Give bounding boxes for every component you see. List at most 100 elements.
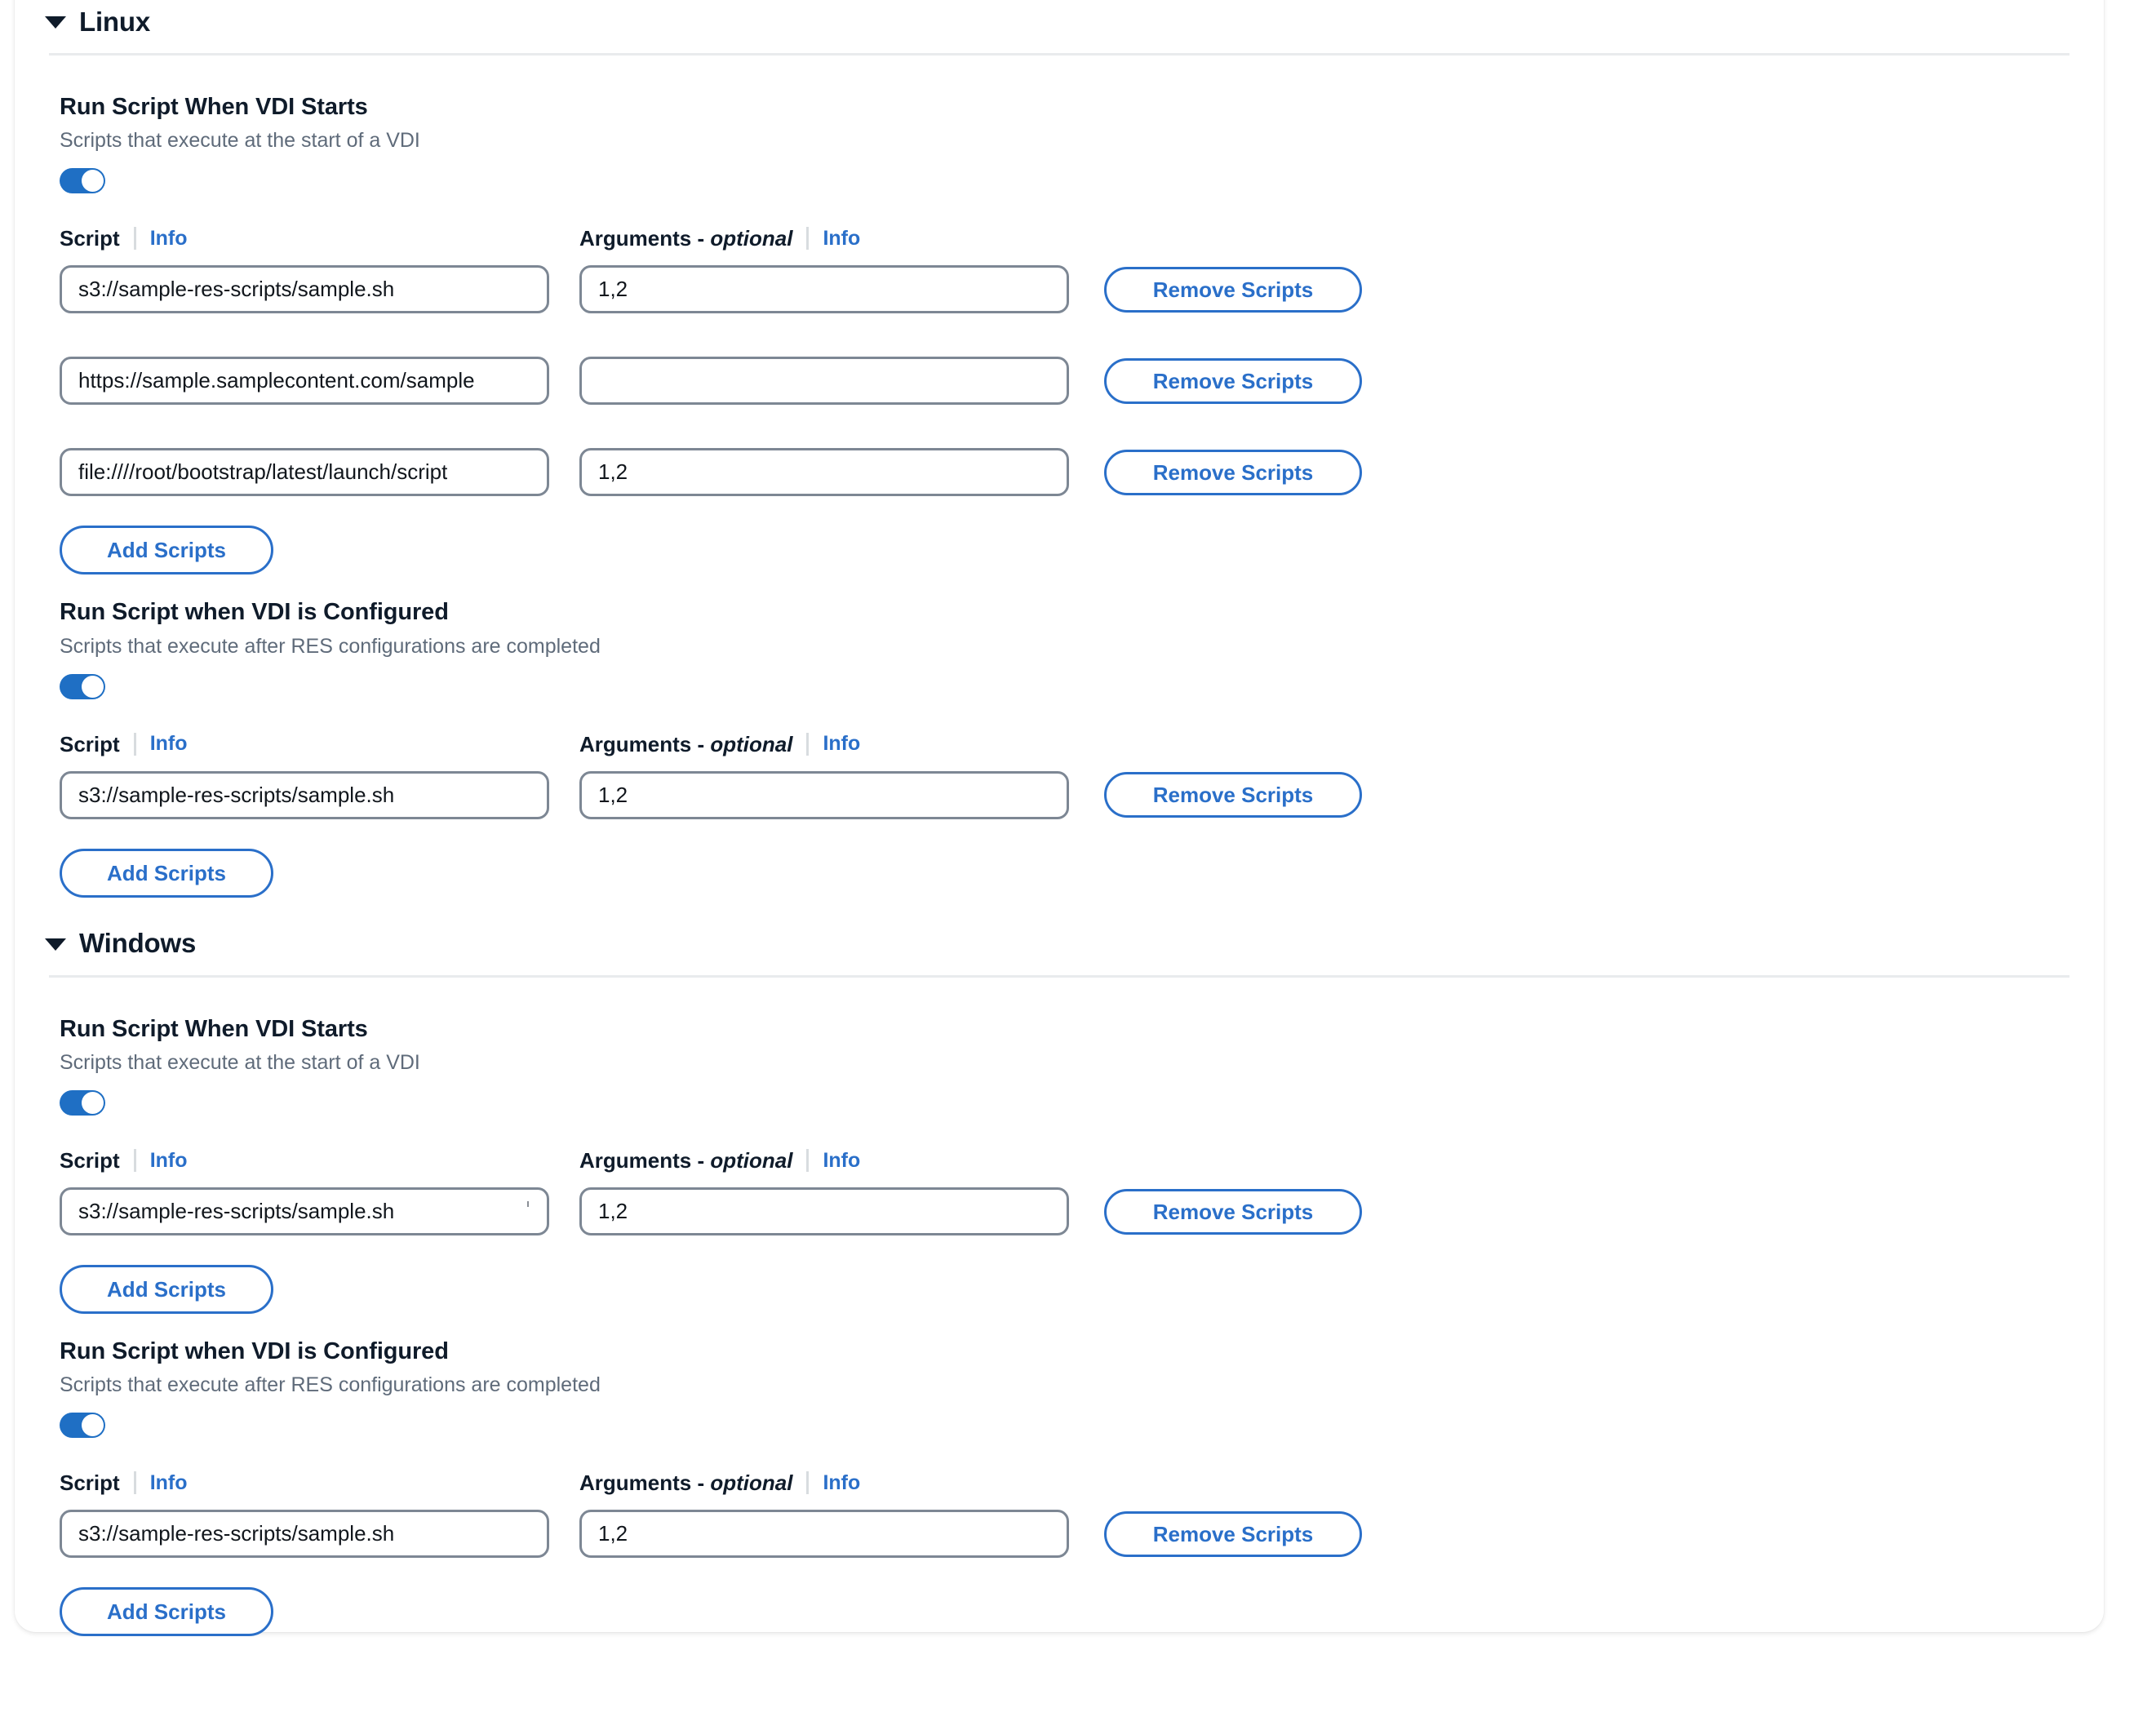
- script-row: s3://sample-res-scripts/sample.sh 1,2 Re…: [60, 771, 2104, 819]
- arguments-input[interactable]: 1,2: [579, 1510, 1069, 1558]
- remove-scripts-button[interactable]: Remove Scripts: [1104, 772, 1362, 818]
- add-scripts-button[interactable]: Add Scripts: [60, 526, 273, 574]
- add-scripts-button[interactable]: Add Scripts: [60, 1265, 273, 1314]
- script-row: s3://sample-res-scripts/sample.sh 1,2 Re…: [60, 1187, 2104, 1235]
- label-separator: [806, 733, 809, 756]
- arguments-label: Arguments - optional: [579, 734, 792, 755]
- card-content: Linux Run Script When VDI Starts Scripts…: [15, 0, 2104, 1636]
- toggle-knob: [82, 1092, 104, 1114]
- remove-scripts-button[interactable]: Remove Scripts: [1104, 358, 1362, 404]
- toggle-knob: [82, 1414, 104, 1436]
- arguments-info-link[interactable]: Info: [823, 734, 860, 754]
- label-separator: [806, 227, 809, 250]
- script-input-value: s3://sample-res-scripts/sample.sh: [78, 277, 394, 302]
- os-group-windows: Windows Run Script When VDI Starts Scrip…: [15, 898, 2104, 1637]
- label-separator: [134, 733, 136, 756]
- arguments-input-value: 1,2: [598, 1199, 628, 1224]
- script-info-link[interactable]: Info: [150, 1473, 188, 1493]
- os-group-header-linux[interactable]: Linux: [15, 0, 2104, 42]
- section-windows-vdi-configured: Run Script when VDI is Configured Script…: [15, 1338, 2104, 1636]
- script-input-value: file:////root/bootstrap/latest/launch/sc…: [78, 459, 447, 485]
- label-separator: [134, 1471, 136, 1494]
- script-row: https://sample.samplecontent.com/sample …: [60, 357, 2104, 405]
- script-input-value: s3://sample-res-scripts/sample.sh: [78, 783, 394, 808]
- script-row: file:////root/bootstrap/latest/launch/sc…: [60, 448, 2104, 496]
- label-separator: [806, 1471, 809, 1494]
- section-title: Run Script when VDI is Configured: [60, 599, 2104, 626]
- os-group-divider: [49, 53, 2069, 55]
- caret-down-icon[interactable]: [45, 16, 66, 29]
- os-group-header-windows[interactable]: Windows: [15, 922, 2104, 965]
- arguments-input-value: 1,2: [598, 1521, 628, 1546]
- arguments-info-link[interactable]: Info: [823, 1151, 860, 1171]
- add-scripts-button[interactable]: Add Scripts: [60, 1587, 273, 1636]
- arguments-info-link[interactable]: Info: [823, 228, 860, 249]
- add-scripts-button[interactable]: Add Scripts: [60, 849, 273, 898]
- arguments-label: Arguments - optional: [579, 1150, 792, 1171]
- enable-toggle[interactable]: [60, 674, 105, 699]
- script-label-group: Script Info: [60, 733, 579, 756]
- toggle-knob: [82, 170, 104, 192]
- script-input-value: s3://sample-res-scripts/sample.sh: [78, 1199, 394, 1224]
- script-input[interactable]: s3://sample-res-scripts/sample.sh: [60, 1510, 549, 1558]
- arguments-label: Arguments - optional: [579, 228, 792, 249]
- arguments-input[interactable]: 1,2: [579, 1187, 1069, 1235]
- script-label: Script: [60, 228, 120, 249]
- remove-scripts-button[interactable]: Remove Scripts: [1104, 450, 1362, 495]
- script-info-link[interactable]: Info: [150, 1151, 188, 1171]
- remove-scripts-button[interactable]: Remove Scripts: [1104, 267, 1362, 313]
- script-label: Script: [60, 1472, 120, 1493]
- arguments-label-group: Arguments - optional Info: [579, 1471, 860, 1494]
- script-input[interactable]: file:////root/bootstrap/latest/launch/sc…: [60, 448, 549, 496]
- caret-down-icon[interactable]: [45, 938, 66, 951]
- section-description: Scripts that execute after RES configura…: [60, 1373, 2104, 1397]
- arguments-label-group: Arguments - optional Info: [579, 1149, 860, 1172]
- section-description: Scripts that execute at the start of a V…: [60, 1050, 2104, 1075]
- script-input-value: https://sample.samplecontent.com/sample: [78, 368, 475, 393]
- script-info-link[interactable]: Info: [150, 734, 188, 754]
- arguments-label-prefix: Arguments -: [579, 1470, 710, 1495]
- script-label: Script: [60, 1150, 120, 1171]
- remove-scripts-button[interactable]: Remove Scripts: [1104, 1511, 1362, 1557]
- field-labels-row: Script Info Arguments - optional Info: [60, 1465, 2104, 1494]
- script-info-link[interactable]: Info: [150, 228, 188, 249]
- arguments-label-prefix: Arguments -: [579, 226, 710, 251]
- script-input[interactable]: s3://sample-res-scripts/sample.sh: [60, 1187, 549, 1235]
- os-group-title: Linux: [79, 8, 150, 35]
- script-input-value: s3://sample-res-scripts/sample.sh: [78, 1521, 394, 1546]
- script-label: Script: [60, 734, 120, 755]
- script-row: s3://sample-res-scripts/sample.sh 1,2 Re…: [60, 265, 2104, 313]
- section-description: Scripts that execute after RES configura…: [60, 634, 2104, 659]
- script-label-group: Script Info: [60, 227, 579, 250]
- script-label-group: Script Info: [60, 1149, 579, 1172]
- arguments-input[interactable]: [579, 357, 1069, 405]
- os-group-linux: Linux Run Script When VDI Starts Scripts…: [15, 0, 2104, 898]
- section-linux-vdi-configured: Run Script when VDI is Configured Script…: [15, 599, 2104, 897]
- section-title: Run Script when VDI is Configured: [60, 1338, 2104, 1365]
- arguments-label-prefix: Arguments -: [579, 1148, 710, 1173]
- remove-scripts-button[interactable]: Remove Scripts: [1104, 1189, 1362, 1235]
- label-separator: [134, 1149, 136, 1172]
- script-input[interactable]: s3://sample-res-scripts/sample.sh: [60, 265, 549, 313]
- page-root: Linux Run Script When VDI Starts Scripts…: [0, 0, 2156, 1730]
- section-windows-vdi-starts: Run Script When VDI Starts Scripts that …: [15, 1016, 2104, 1314]
- arguments-input[interactable]: 1,2: [579, 771, 1069, 819]
- enable-toggle[interactable]: [60, 1090, 105, 1116]
- os-group-divider: [49, 975, 2069, 978]
- arguments-input-value: 1,2: [598, 459, 628, 485]
- arguments-label-optional: optional: [710, 226, 792, 251]
- enable-toggle[interactable]: [60, 1413, 105, 1438]
- field-labels-row: Script Info Arguments - optional Info: [60, 726, 2104, 756]
- text-cursor-icon: [527, 1201, 529, 1207]
- label-separator: [134, 227, 136, 250]
- script-label-group: Script Info: [60, 1471, 579, 1494]
- enable-toggle[interactable]: [60, 168, 105, 193]
- script-input[interactable]: s3://sample-res-scripts/sample.sh: [60, 771, 549, 819]
- arguments-label-optional: optional: [710, 732, 792, 756]
- arguments-info-link[interactable]: Info: [823, 1473, 860, 1493]
- field-labels-row: Script Info Arguments - optional Info: [60, 220, 2104, 250]
- arguments-input[interactable]: 1,2: [579, 448, 1069, 496]
- arguments-label-group: Arguments - optional Info: [579, 227, 860, 250]
- script-input[interactable]: https://sample.samplecontent.com/sample: [60, 357, 549, 405]
- arguments-input[interactable]: 1,2: [579, 265, 1069, 313]
